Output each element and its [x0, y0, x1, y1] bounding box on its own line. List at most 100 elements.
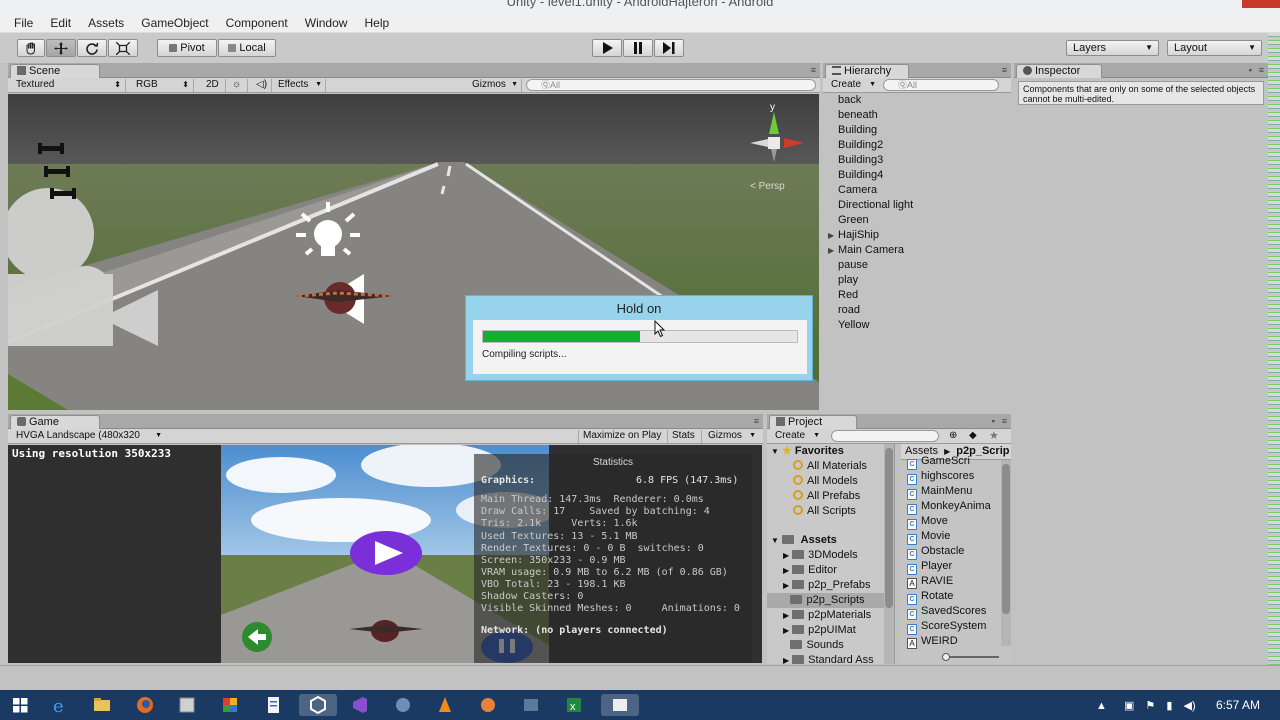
- favorite-item[interactable]: All Scripts: [767, 504, 894, 519]
- asset-folder-item[interactable]: ▶ 3DModels: [767, 548, 894, 563]
- menu-component[interactable]: Component: [226, 14, 288, 30]
- firefox-icon[interactable]: [134, 694, 156, 716]
- project-file-item[interactable]: C Player: [907, 559, 999, 575]
- project-file-item[interactable]: ▶ARAVIE: [907, 574, 999, 589]
- move-tool-button[interactable]: [46, 39, 76, 57]
- game-gizmos-dropdown[interactable]: Gizmos ▼: [704, 430, 760, 443]
- taskbar-clock[interactable]: 6:57 AM: [1216, 698, 1260, 712]
- hierarchy-item[interactable]: Building3: [823, 153, 1011, 168]
- hierarchy-create-dropdown[interactable]: Create ▼: [827, 79, 879, 92]
- hierarchy-item[interactable]: ▶ Main Camera: [823, 243, 1011, 258]
- expand-arrow-icon[interactable]: ▶: [828, 243, 834, 258]
- asset-folder-item[interactable]: ▶ p2pMaterials: [767, 608, 894, 623]
- lock-icon[interactable]: ▪: [1249, 65, 1252, 75]
- expand-arrow-icon[interactable]: ▶: [783, 581, 789, 590]
- menu-window[interactable]: Window: [305, 14, 348, 30]
- favorite-star-icon[interactable]: ★: [989, 429, 999, 442]
- icon-size-slider-thumb[interactable]: [942, 653, 950, 661]
- game-viewport[interactable]: Using resolution 350x233 Statistics Grap…: [8, 445, 762, 663]
- hierarchy-item[interactable]: Building4: [823, 168, 1011, 183]
- menu-edit[interactable]: Edit: [50, 14, 71, 30]
- panel-menu-icon[interactable]: ≡: [1002, 65, 1007, 75]
- hierarchy-item[interactable]: Building2: [823, 138, 1011, 153]
- panel-menu-icon[interactable]: ≡: [1002, 416, 1007, 426]
- expand-arrow-icon[interactable]: ▶: [783, 611, 789, 620]
- maximize-on-play-toggle[interactable]: Maximize on Play: [578, 430, 668, 443]
- project-file-item[interactable]: ▶AWEIRD: [907, 634, 999, 649]
- file-scrollbar[interactable]: [1001, 460, 1011, 646]
- tree-scrollbar-thumb[interactable]: [885, 448, 893, 608]
- project-file-item[interactable]: C GameScri: [907, 454, 999, 470]
- hierarchy-search-input[interactable]: ⓆAll: [883, 79, 999, 91]
- tab-scene[interactable]: Scene: [10, 64, 100, 78]
- favorite-item[interactable]: All Materials: [767, 459, 894, 474]
- lock-icon[interactable]: ▪: [992, 416, 995, 426]
- expand-arrow-icon[interactable]: ▶: [828, 228, 834, 243]
- expand-arrow-icon[interactable]: ▶: [783, 566, 789, 575]
- hierarchy-item[interactable]: Camera: [823, 183, 1011, 198]
- project-file-item[interactable]: Chighscores: [907, 469, 999, 485]
- asset-folder-item[interactable]: ▶ Editor: [767, 563, 894, 578]
- active-window-taskbar-button[interactable]: [601, 694, 639, 716]
- assets-section[interactable]: ▼ Assets: [767, 533, 894, 548]
- network-icon[interactable]: ▮: [1166, 700, 1172, 712]
- panel-menu-icon[interactable]: ≡: [754, 416, 759, 426]
- tab-project[interactable]: Project: [769, 415, 857, 429]
- filter-by-type-icon[interactable]: ⊕: [949, 430, 957, 441]
- windows-start-icon[interactable]: [9, 694, 31, 716]
- favorite-item[interactable]: All Models: [767, 474, 894, 489]
- play-button[interactable]: [592, 39, 622, 57]
- menu-gameobject[interactable]: GameObject: [141, 14, 208, 30]
- scene-gizmos-dropdown[interactable]: Gizmos ▼: [468, 79, 522, 92]
- tab-game[interactable]: Game: [10, 415, 100, 429]
- stats-toggle[interactable]: Stats: [668, 430, 702, 443]
- project-search-input[interactable]: [831, 430, 939, 442]
- pivot-toggle-button[interactable]: Pivot: [157, 39, 217, 57]
- unity-taskbar-button[interactable]: [299, 694, 337, 716]
- hierarchy-item[interactable]: road: [823, 303, 1011, 318]
- shading-mode-dropdown[interactable]: Textured ⬍: [12, 79, 126, 92]
- asset-folder-item[interactable]: ▶ p2p_Prefabs: [767, 578, 894, 593]
- tray-app-icon[interactable]: ▣: [1124, 700, 1134, 712]
- window-close-button[interactable]: [1242, 0, 1280, 8]
- hand-tool-button[interactable]: [17, 39, 45, 57]
- icon-size-slider[interactable]: [942, 653, 999, 661]
- app-icon[interactable]: [477, 694, 499, 716]
- expand-arrow-icon[interactable]: ▶: [783, 626, 789, 635]
- project-file-item[interactable]: C Move: [907, 514, 999, 530]
- panel-menu-icon[interactable]: ≡: [811, 65, 816, 75]
- asset-folder-item[interactable]: p2p_Scripts: [767, 593, 894, 608]
- expand-arrow-icon[interactable]: ▶: [783, 551, 789, 560]
- hierarchy-item[interactable]: beneath: [823, 108, 1011, 123]
- 2d-toggle-button[interactable]: 2D: [202, 79, 226, 92]
- app-icon[interactable]: [520, 694, 542, 716]
- hierarchy-item[interactable]: Green: [823, 213, 1011, 228]
- rotate-tool-button[interactable]: [77, 39, 107, 57]
- layout-dropdown[interactable]: Layout ▼: [1167, 40, 1262, 56]
- menu-help[interactable]: Help: [365, 14, 390, 30]
- vlc-icon[interactable]: [434, 694, 456, 716]
- file-scrollbar-thumb[interactable]: [1002, 464, 1010, 614]
- hierarchy-item[interactable]: play: [823, 273, 1011, 288]
- layers-dropdown[interactable]: Layers ▼: [1066, 40, 1159, 56]
- hierarchy-item[interactable]: Directional light: [823, 198, 1011, 213]
- expand-arrow-icon[interactable]: ▶: [783, 656, 789, 664]
- project-file-item[interactable]: C ScoreSystem: [907, 619, 999, 635]
- panel-menu-icon[interactable]: ≡: [1259, 65, 1264, 75]
- game-aspect-dropdown[interactable]: HVGA Landscape (480x320 ▼: [12, 430, 162, 443]
- asset-folder-item[interactable]: ▶ Standard Ass: [767, 653, 894, 664]
- volume-icon[interactable]: ◀): [1183, 700, 1195, 712]
- asset-folder-item[interactable]: ▶ p2pUIMat: [767, 623, 894, 638]
- internet-explorer-icon[interactable]: e: [49, 694, 71, 716]
- render-mode-dropdown[interactable]: RGB ⬍: [132, 79, 194, 92]
- favorites-section[interactable]: ▼ ★ Favorites: [767, 444, 894, 459]
- scale-tool-button[interactable]: [108, 39, 138, 57]
- excel-icon[interactable]: x: [563, 694, 585, 716]
- show-hidden-icons[interactable]: ▲: [1096, 700, 1107, 712]
- effects-dropdown[interactable]: Effects ▼: [274, 79, 326, 92]
- hierarchy-item[interactable]: pause: [823, 258, 1011, 273]
- local-toggle-button[interactable]: Local: [218, 39, 276, 57]
- step-button[interactable]: [654, 39, 684, 57]
- favorite-item[interactable]: All Prefabs: [767, 489, 894, 504]
- tiles-app-icon[interactable]: [219, 694, 241, 716]
